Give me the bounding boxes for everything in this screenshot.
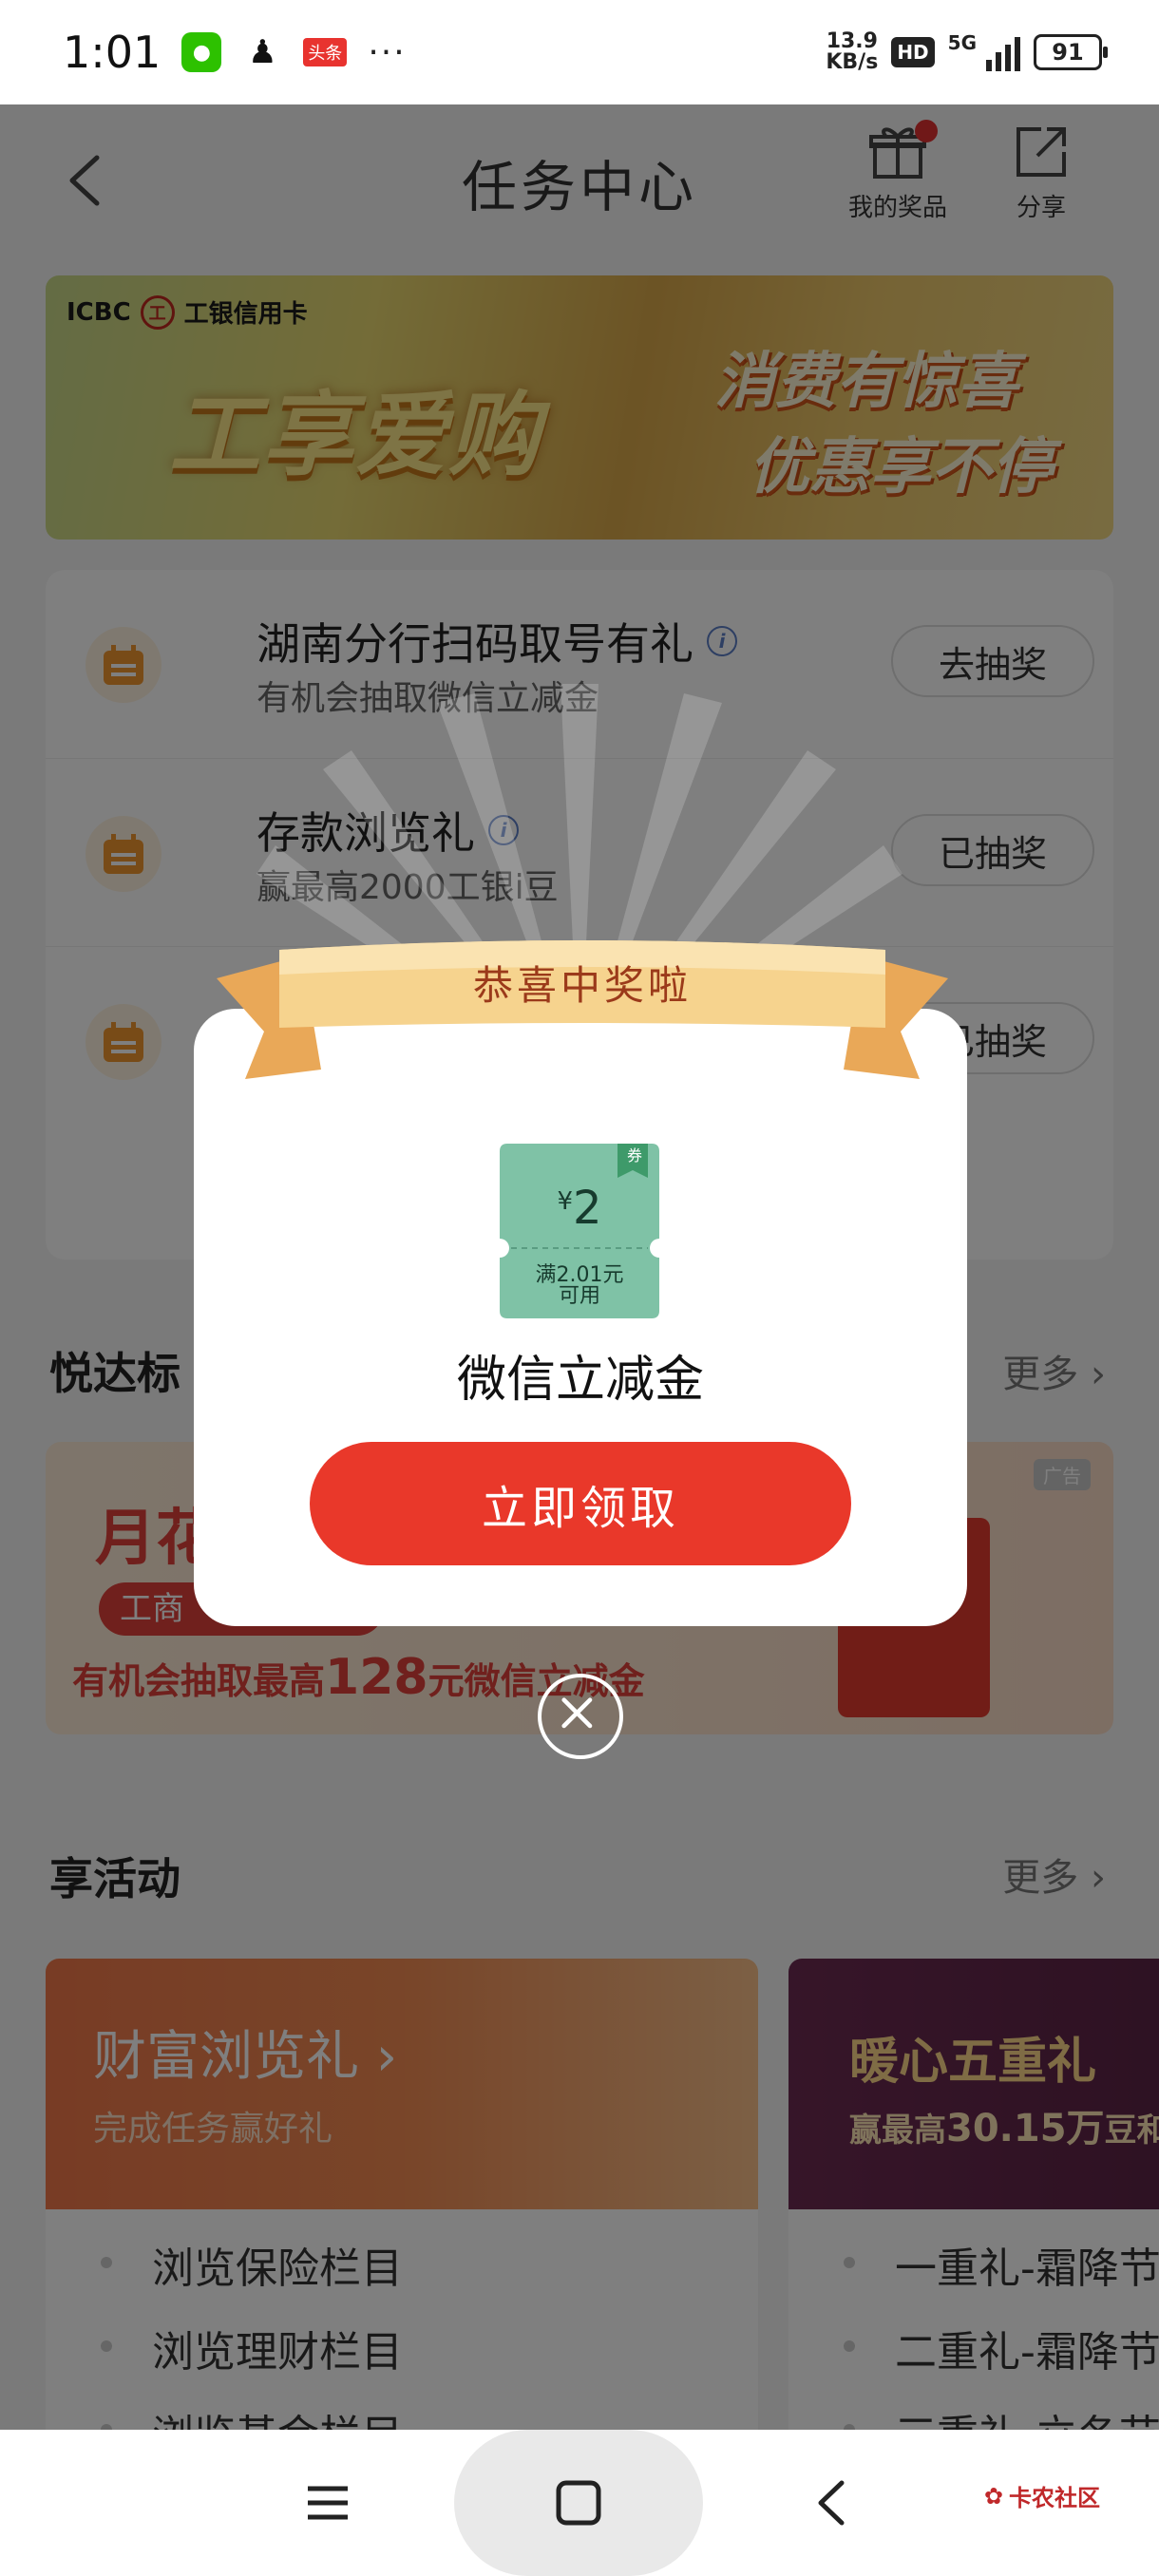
screen: 1:01 ● ♟ 头条 ··· 13.9 KB/s HD 5G 91 任务中心 — [0, 0, 1159, 2576]
hd-icon: HD — [891, 37, 935, 67]
signal-icon — [986, 33, 1020, 71]
recent-apps-button[interactable] — [285, 2430, 370, 2576]
coupon-currency: ¥ — [557, 1187, 573, 1216]
network-speed: 13.9 KB/s — [826, 31, 878, 73]
wechat-icon: ● — [181, 32, 222, 72]
battery-icon: 91 — [1034, 34, 1108, 70]
network-type: 5G — [947, 31, 977, 54]
home-button[interactable] — [454, 2430, 703, 2576]
prize-name: 微信立减金 — [456, 1352, 704, 1409]
coupon-card: 券 ¥2 满2.01元 可用 — [500, 1144, 659, 1318]
watermark-logo-icon: ✿ — [983, 2482, 1003, 2510]
coupon-amount-value: 2 — [573, 1182, 602, 1235]
close-icon — [561, 1697, 593, 1729]
system-nav-bar: ✿ 卡农社区 — [0, 2430, 1159, 2576]
watermark-text: 卡农社区 — [1009, 2485, 1100, 2511]
back-chevron-icon — [818, 2480, 845, 2526]
menu-icon — [308, 2486, 348, 2520]
nav-back-button[interactable] — [788, 2430, 874, 2576]
status-bar: 1:01 ● ♟ 头条 ··· 13.9 KB/s HD 5G 91 — [0, 0, 1159, 104]
ribbon-title: 恭喜中奖啦 — [472, 962, 692, 1009]
more-notifications-icon: ··· — [368, 32, 407, 72]
coupon-condition-1: 满2.01元 — [535, 1263, 624, 1287]
status-time: 1:01 — [63, 27, 162, 78]
close-modal-button[interactable] — [538, 1674, 623, 1759]
speed-unit: KB/s — [826, 50, 879, 74]
claim-now-button[interactable]: 立即领取 — [310, 1442, 851, 1565]
speed-value: 13.9 — [826, 29, 878, 53]
battery-level: 91 — [1052, 39, 1084, 66]
watermark: ✿ 卡农社区 — [984, 2479, 1100, 2512]
coupon-condition: 满2.01元 可用 — [500, 1265, 659, 1307]
coupon-tag: 券 — [626, 1146, 642, 1165]
status-right: 13.9 KB/s HD 5G 91 — [826, 31, 1108, 73]
coupon-condition-2: 可用 — [558, 1284, 600, 1308]
qq-icon: ♟ — [242, 32, 283, 72]
toutiao-icon: 头条 — [303, 38, 348, 66]
home-square-icon — [556, 2480, 601, 2526]
ribbon-banner: 恭喜中奖啦 — [217, 937, 948, 1079]
coupon-amount: ¥2 — [500, 1182, 659, 1235]
